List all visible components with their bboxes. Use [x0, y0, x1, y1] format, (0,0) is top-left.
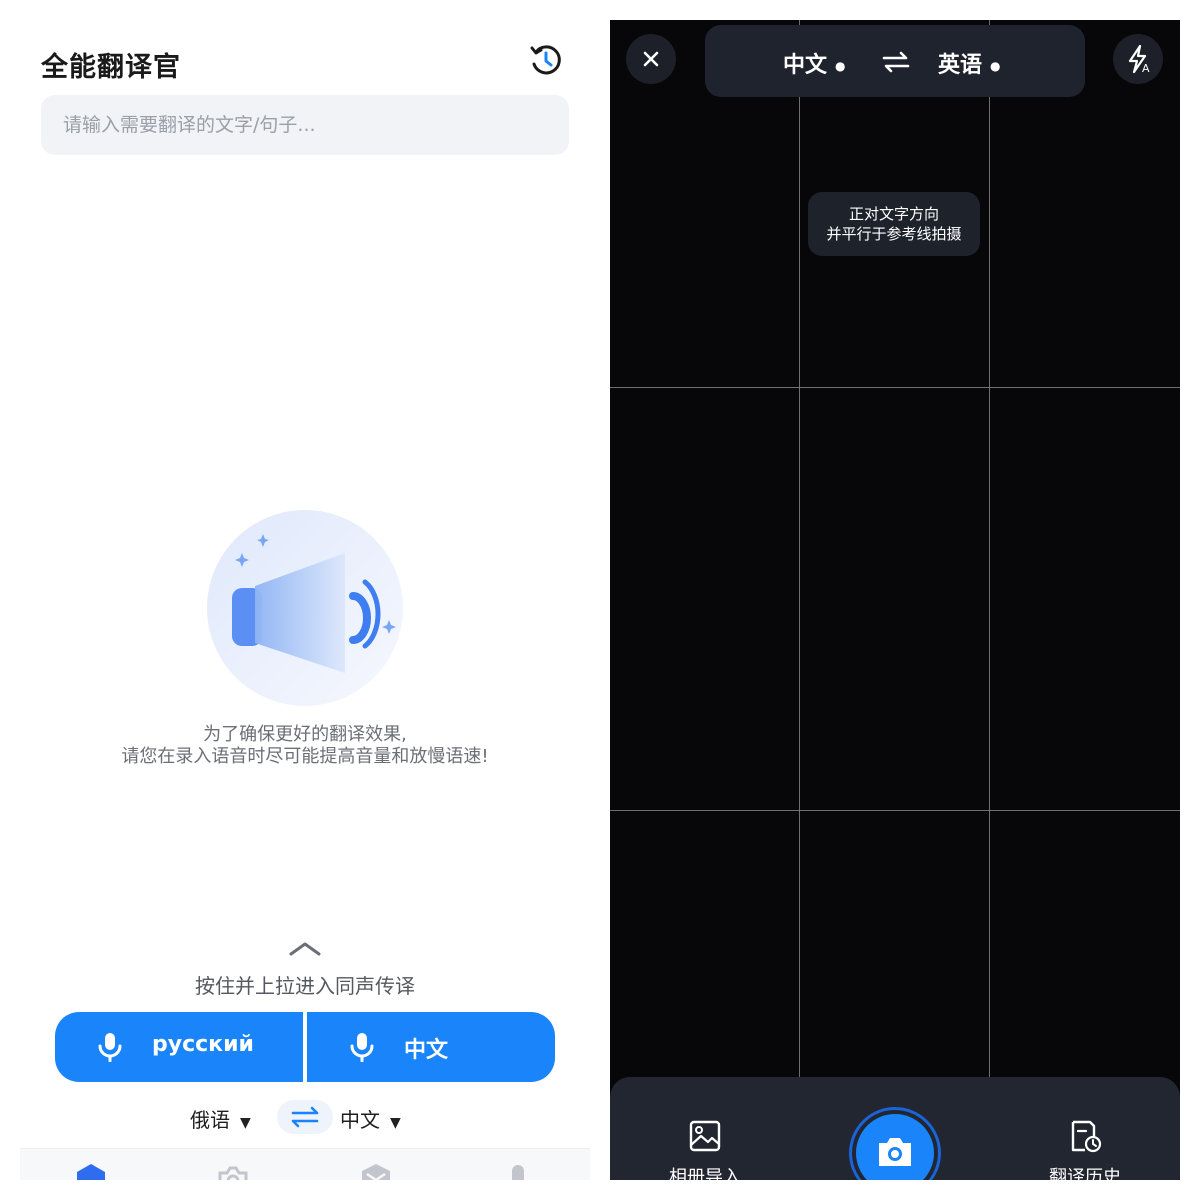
mic-button-chinese[interactable]: 中文	[307, 1012, 555, 1082]
camera-bottom-sheet: 相册导入 翻译历史	[610, 1077, 1180, 1180]
dropdown-triangle-icon: ▼	[390, 1115, 401, 1131]
grid-line-vertical-2	[989, 20, 990, 1078]
history-button[interactable]	[528, 42, 564, 78]
mic-icon	[350, 1033, 374, 1062]
mic-label-chinese: 中文	[404, 1038, 449, 1063]
mic-icon	[98, 1033, 122, 1062]
dropdown-triangle-icon: ▼	[240, 1115, 251, 1131]
bottom-tab-bar	[20, 1148, 590, 1180]
guide-line-1: 正对文字方向	[848, 205, 939, 223]
grid-line-horizontal-2	[610, 810, 1180, 811]
target-language-select[interactable]: 中文 ▼	[340, 1104, 401, 1133]
camera-swap-icon[interactable]	[881, 47, 911, 77]
swap-languages-button[interactable]	[277, 1100, 333, 1134]
translation-history-button[interactable]: 翻译历史	[1040, 1119, 1130, 1180]
svg-text:A: A	[1142, 62, 1150, 75]
grid-line-horizontal-1	[610, 387, 1180, 388]
search-box[interactable]	[41, 95, 575, 155]
mic-label-russian: русский	[152, 1032, 254, 1057]
history-icon	[530, 45, 561, 75]
close-button[interactable]	[626, 34, 676, 84]
camera-target-language[interactable]: 英语 ●	[938, 47, 1001, 79]
home-icon[interactable]	[74, 1161, 108, 1180]
source-language-select[interactable]: 俄语 ▼	[190, 1104, 251, 1133]
guide-line-2: 并平行于参考线拍摄	[826, 225, 962, 243]
mic-button-russian[interactable]: русский	[55, 1012, 303, 1082]
box-icon[interactable]	[359, 1161, 393, 1180]
chevron-up-icon[interactable]	[288, 938, 322, 958]
mic-bar: русский 中文	[55, 1012, 555, 1082]
camera-screen: 中文 ● 英语 ● A 正对文字方向 并平行于参考线拍摄 相册导入 翻译历史	[610, 20, 1180, 1180]
camera-target-label: 英语	[938, 53, 983, 78]
translation-history-label: 翻译历史	[1049, 1167, 1121, 1180]
dropdown-dot-icon: ●	[990, 59, 1001, 73]
source-language-label: 俄语	[190, 1108, 230, 1132]
translator-screen: 全能翻译官 为了确保更好的翻译效果, 请您在录入	[20, 20, 590, 1180]
mic-icon[interactable]	[501, 1161, 535, 1180]
camera-icon[interactable]	[216, 1161, 250, 1180]
flash-button[interactable]: A	[1113, 34, 1163, 84]
history-document-icon	[1071, 1120, 1102, 1153]
flash-auto-icon: A	[1128, 44, 1150, 75]
camera-icon	[879, 1138, 911, 1166]
grid-line-vertical-1	[799, 20, 800, 1078]
album-import-label: 相册导入	[669, 1167, 741, 1180]
camera-source-language[interactable]: 中文 ●	[783, 47, 846, 79]
target-language-label: 中文	[340, 1108, 380, 1132]
app-title: 全能翻译官	[41, 52, 181, 83]
simultaneous-hint: 按住并上拉进入同声传译	[195, 974, 415, 998]
dropdown-dot-icon: ●	[835, 59, 846, 73]
search-input[interactable]	[41, 95, 575, 155]
shutter-button[interactable]	[856, 1114, 934, 1180]
camera-language-panel: 中文 ● 英语 ●	[705, 25, 1085, 97]
camera-source-label: 中文	[783, 53, 828, 78]
tip-line-2: 请您在录入语音时尽可能提高音量和放慢语速!	[121, 746, 489, 767]
swap-icon	[291, 1106, 319, 1128]
speaker-illustration	[207, 510, 403, 706]
capture-guide-tooltip: 正对文字方向 并平行于参考线拍摄	[808, 192, 980, 256]
album-import-button[interactable]: 相册导入	[660, 1119, 750, 1180]
close-icon	[643, 51, 659, 67]
image-icon	[689, 1120, 721, 1152]
